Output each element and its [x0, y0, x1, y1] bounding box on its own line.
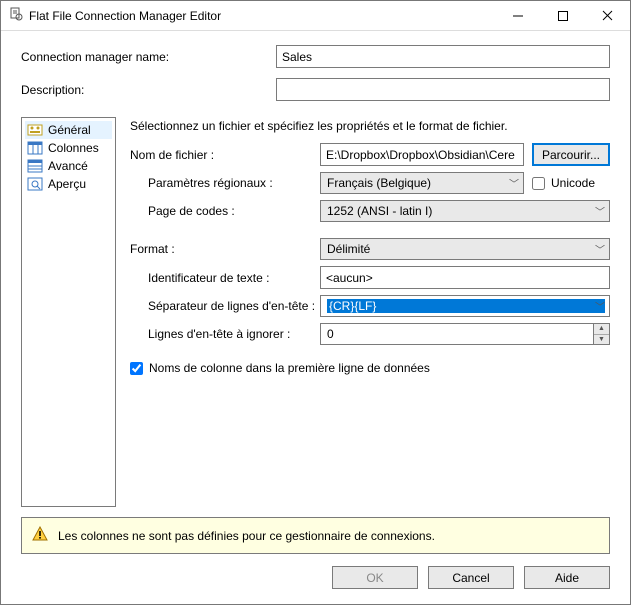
hdrsep-dropdown[interactable]: {CR}{LF} ﹀ [320, 295, 610, 317]
skip-spinner[interactable]: 0 ▲ ▼ [320, 323, 610, 345]
format-label: Format : [130, 242, 320, 256]
locale-dropdown[interactable]: Français (Belgique) ﹀ [320, 172, 524, 194]
general-icon [27, 122, 43, 138]
warning-icon [32, 526, 48, 545]
chevron-down-icon: ﹀ [509, 176, 519, 191]
firstrow-label: Noms de colonne dans la première ligne d… [149, 361, 430, 375]
chevron-down-icon: ﹀ [595, 299, 605, 314]
spin-up-icon[interactable]: ▲ [594, 324, 609, 335]
nav-item-general[interactable]: Général [25, 121, 112, 139]
description-label: Description: [21, 83, 276, 97]
advanced-icon [27, 158, 43, 174]
window-title: Flat File Connection Manager Editor [23, 9, 495, 23]
nav-pane: Général Colonnes Avancé Aperçu [21, 117, 116, 507]
conn-name-input[interactable] [276, 45, 610, 68]
preview-icon [27, 176, 43, 192]
nav-item-columns[interactable]: Colonnes [25, 139, 112, 157]
codepage-dropdown[interactable]: 1252 (ANSI - latin I) ﹀ [320, 200, 610, 222]
locale-label: Paramètres régionaux : [130, 176, 320, 190]
skip-label: Lignes d'en-tête à ignorer : [130, 327, 320, 341]
hdrsep-value: {CR}{LF} [327, 299, 605, 313]
conn-name-label: Connection manager name: [21, 50, 276, 64]
columns-icon [27, 140, 43, 156]
chevron-down-icon: ﹀ [595, 242, 605, 257]
instruction-text: Sélectionnez un fichier et spécifiez les… [130, 119, 610, 133]
maximize-button[interactable] [540, 1, 585, 30]
hdrsep-label: Séparateur de lignes d'en-tête : [130, 299, 320, 313]
nav-item-label: Aperçu [48, 177, 86, 191]
nav-item-label: Avancé [48, 159, 88, 173]
app-icon [9, 7, 23, 24]
format-value: Délimité [327, 242, 605, 256]
nav-item-advanced[interactable]: Avancé [25, 157, 112, 175]
locale-value: Français (Belgique) [327, 176, 519, 190]
browse-button[interactable]: Parcourir... [532, 143, 610, 166]
codepage-value: 1252 (ANSI - latin I) [327, 204, 605, 218]
firstrow-checkbox[interactable] [130, 362, 143, 375]
spin-down-icon[interactable]: ▼ [594, 335, 609, 345]
unicode-checkbox[interactable] [532, 177, 545, 190]
format-dropdown[interactable]: Délimité ﹀ [320, 238, 610, 260]
minimize-button[interactable] [495, 1, 540, 30]
nav-item-preview[interactable]: Aperçu [25, 175, 112, 193]
textqual-label: Identificateur de texte : [130, 271, 320, 285]
help-button[interactable]: Aide [524, 566, 610, 589]
cancel-button[interactable]: Cancel [428, 566, 514, 589]
ok-button[interactable]: OK [332, 566, 418, 589]
unicode-label: Unicode [551, 176, 595, 190]
titlebar: Flat File Connection Manager Editor [1, 1, 630, 31]
textqual-input[interactable] [320, 266, 610, 289]
description-input[interactable] [276, 78, 610, 101]
skip-value[interactable]: 0 [320, 323, 594, 345]
nav-item-label: Colonnes [48, 141, 99, 155]
codepage-label: Page de codes : [130, 204, 320, 218]
filename-label: Nom de fichier : [130, 148, 320, 162]
nav-item-label: Général [48, 123, 91, 137]
close-button[interactable] [585, 1, 630, 30]
filename-input[interactable] [320, 143, 524, 166]
warning-text: Les colonnes ne sont pas définies pour c… [58, 529, 435, 543]
chevron-down-icon: ﹀ [595, 204, 605, 219]
warning-bar: Les colonnes ne sont pas définies pour c… [21, 517, 610, 554]
